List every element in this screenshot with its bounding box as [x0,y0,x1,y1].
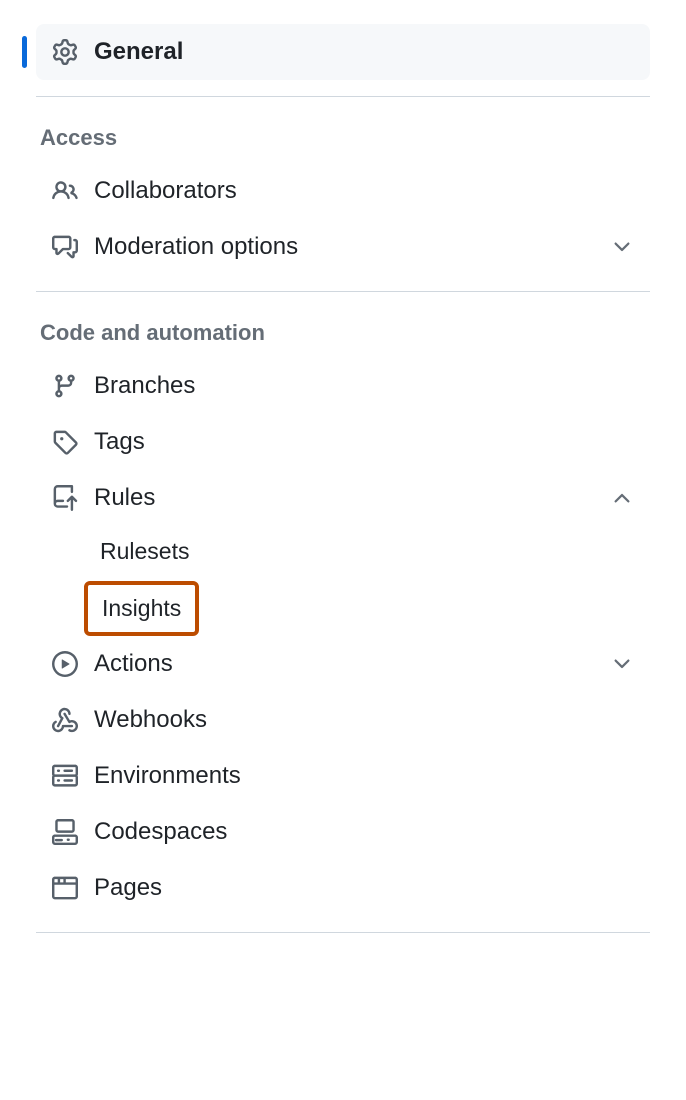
sidebar-item-label: Collaborators [94,177,634,205]
browser-icon [52,875,78,901]
sidebar-item-pages[interactable]: Pages [36,860,650,916]
sidebar-item-codespaces[interactable]: Codespaces [36,804,650,860]
sidebar-item-label: Actions [94,650,594,678]
divider [36,291,650,292]
sidebar-item-label: Codespaces [94,818,634,846]
sidebar-subitem-insights[interactable]: Insights [84,581,199,636]
sidebar-subitem-rulesets[interactable]: Rulesets [84,526,205,577]
sidebar-item-label: Pages [94,874,634,902]
codespaces-icon [52,819,78,845]
chevron-up-icon [610,486,634,510]
comment-discussion-icon [52,234,78,260]
sidebar-item-label: Rules [94,484,594,512]
tag-icon [52,429,78,455]
sidebar-item-branches[interactable]: Branches [36,358,650,414]
webhook-icon [52,707,78,733]
section-title-access: Access [36,113,650,163]
sidebar-item-label: Tags [94,428,634,456]
gear-icon [52,39,78,65]
divider [36,932,650,933]
sidebar-item-label: Moderation options [94,233,594,261]
sidebar-item-label: General [94,38,634,66]
section-title-code-automation: Code and automation [36,308,650,358]
chevron-down-icon [610,652,634,676]
sidebar-item-label: Webhooks [94,706,634,734]
people-icon [52,178,78,204]
server-icon [52,763,78,789]
sidebar-item-actions[interactable]: Actions [36,636,650,692]
sidebar-item-label: Branches [94,372,634,400]
chevron-down-icon [610,235,634,259]
git-branch-icon [52,373,78,399]
sidebar-item-collaborators[interactable]: Collaborators [36,163,650,219]
repo-push-icon [52,485,78,511]
sidebar-item-tags[interactable]: Tags [36,414,650,470]
sidebar-item-environments[interactable]: Environments [36,748,650,804]
sidebar-item-webhooks[interactable]: Webhooks [36,692,650,748]
play-icon [52,651,78,677]
sidebar-item-label: Environments [94,762,634,790]
sidebar-item-rules[interactable]: Rules [36,470,650,526]
sidebar-item-moderation[interactable]: Moderation options [36,219,650,275]
sidebar-item-general[interactable]: General [36,24,650,80]
divider [36,96,650,97]
